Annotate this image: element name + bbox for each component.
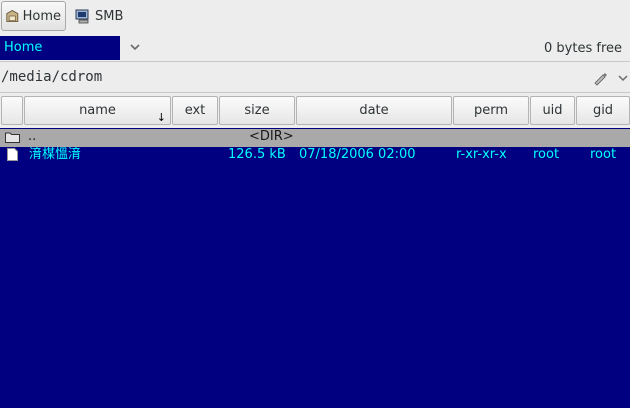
file-uid: root — [533, 147, 560, 162]
file-gid: root — [590, 147, 617, 162]
home-button[interactable]: Home — [1, 1, 66, 31]
column-header: name ↓ ext size date perm uid gid — [0, 93, 630, 128]
column-uid-label: uid — [542, 103, 563, 118]
column-date-label: date — [359, 103, 389, 118]
file-size: 126.5 kB — [228, 147, 286, 162]
path-input[interactable]: /media/cdrom — [1, 69, 102, 85]
file-name: 湇楳慍湇 — [29, 147, 82, 162]
column-gid-header[interactable]: gid — [576, 96, 630, 125]
edit-path-icon[interactable] — [592, 70, 608, 86]
folder-icon — [5, 132, 20, 143]
path-bar: /media/cdrom — [0, 63, 630, 93]
file-date: 07/18/2006 02:00 — [299, 147, 416, 162]
column-ext-label: ext — [184, 103, 206, 118]
smb-button-label: SMB — [95, 8, 124, 24]
free-space-label: 0 bytes free — [544, 41, 622, 56]
table-row-parent-dir[interactable]: .. <DIR> — [0, 129, 630, 147]
chevron-down-icon[interactable] — [128, 40, 142, 54]
column-name-label: name — [79, 103, 116, 118]
file-perm: r-xr-xr-x — [456, 147, 507, 162]
column-size-header[interactable]: size — [219, 96, 295, 125]
column-date-header[interactable]: date — [296, 96, 452, 125]
column-gid-label: gid — [592, 103, 614, 118]
sort-descending-icon: ↓ — [156, 111, 166, 124]
column-uid-header[interactable]: uid — [530, 96, 575, 125]
path-history-chevron-icon[interactable] — [617, 72, 629, 84]
column-icon-header[interactable] — [1, 96, 23, 125]
home-button-label: Home — [22, 8, 61, 24]
column-name-header[interactable]: name ↓ — [24, 96, 171, 125]
file-name: .. — [28, 129, 37, 144]
column-perm-header[interactable]: perm — [453, 96, 529, 125]
drive-selector[interactable]: Home — [0, 36, 120, 60]
column-size-label: size — [244, 103, 270, 118]
file-icon — [7, 148, 18, 161]
column-perm-label: perm — [473, 103, 509, 118]
column-ext-header[interactable]: ext — [172, 96, 218, 125]
file-panel[interactable]: name ↓ ext size date perm uid gid .. <DI… — [0, 93, 630, 408]
table-row[interactable]: 湇楳慍湇 126.5 kB 07/18/2006 02:00 r-xr-xr-x… — [0, 146, 630, 164]
file-size: <DIR> — [249, 129, 294, 144]
network-computer-icon — [75, 9, 89, 24]
smb-button[interactable]: SMB — [71, 1, 131, 31]
connection-toolbar: Home SMB — [0, 0, 630, 34]
home-folder-icon — [6, 10, 19, 22]
drive-bar: Home 0 bytes free — [0, 34, 630, 62]
